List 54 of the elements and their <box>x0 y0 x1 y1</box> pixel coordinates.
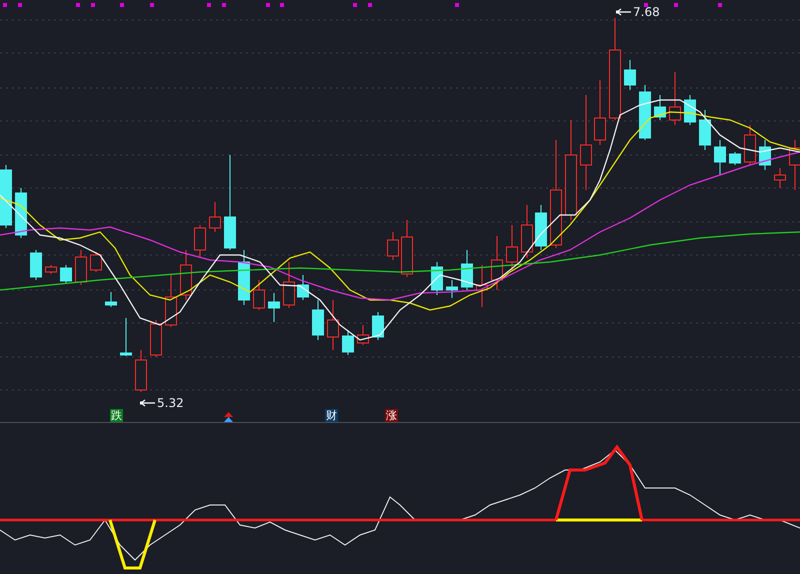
signal-badge: 涨 <box>385 409 398 422</box>
candlestick <box>789 140 800 190</box>
candlestick <box>312 300 324 340</box>
candlestick <box>446 280 458 298</box>
candlestick <box>759 140 771 170</box>
candlestick <box>268 292 280 322</box>
candlestick <box>491 236 503 290</box>
pointer-arrow-icon <box>616 8 632 16</box>
candlestick <box>180 250 192 300</box>
candlestick <box>283 262 295 308</box>
candlestick <box>75 250 87 286</box>
candlestick <box>327 300 339 350</box>
candlestick <box>194 224 206 258</box>
candlestick <box>135 350 147 392</box>
candlestick <box>209 202 221 232</box>
candlestick <box>669 72 681 126</box>
candlestick <box>714 140 726 176</box>
candlestick <box>253 280 265 310</box>
candlestick <box>105 292 117 308</box>
signal-badge: 财 <box>325 409 338 422</box>
candlestick <box>699 110 711 150</box>
candlestick <box>150 320 162 358</box>
candlestick <box>60 264 72 284</box>
candlestick <box>357 324 369 346</box>
price-label: 5.32 <box>157 396 184 410</box>
signal-badge: 跌 <box>110 409 123 422</box>
candlestick <box>120 318 132 356</box>
candlestick <box>639 84 651 140</box>
price-label: 7.68 <box>633 5 660 19</box>
candlestick <box>521 204 533 258</box>
candlestick <box>297 274 309 300</box>
candlestick <box>387 232 399 260</box>
candlestick <box>30 250 42 280</box>
candlestick <box>729 152 741 166</box>
candlestick <box>15 188 27 238</box>
candlestick <box>654 94 666 120</box>
pointer-arrow-icon <box>140 399 156 407</box>
candlestick <box>461 250 473 290</box>
candlestick <box>431 262 443 296</box>
candlestick <box>401 220 413 278</box>
candlestick <box>45 264 57 274</box>
candlestick <box>476 264 488 308</box>
candlestick <box>774 168 786 188</box>
candlestick <box>594 80 606 146</box>
candlestick <box>535 204 547 250</box>
candlestick <box>90 252 102 272</box>
candlestick <box>238 250 250 306</box>
candlestick <box>372 312 384 340</box>
candlestick <box>744 124 756 166</box>
candlestick <box>165 274 177 328</box>
candlestick <box>506 224 518 270</box>
candlestick <box>624 60 636 90</box>
candlestick <box>0 164 12 228</box>
candlestick <box>342 330 354 356</box>
